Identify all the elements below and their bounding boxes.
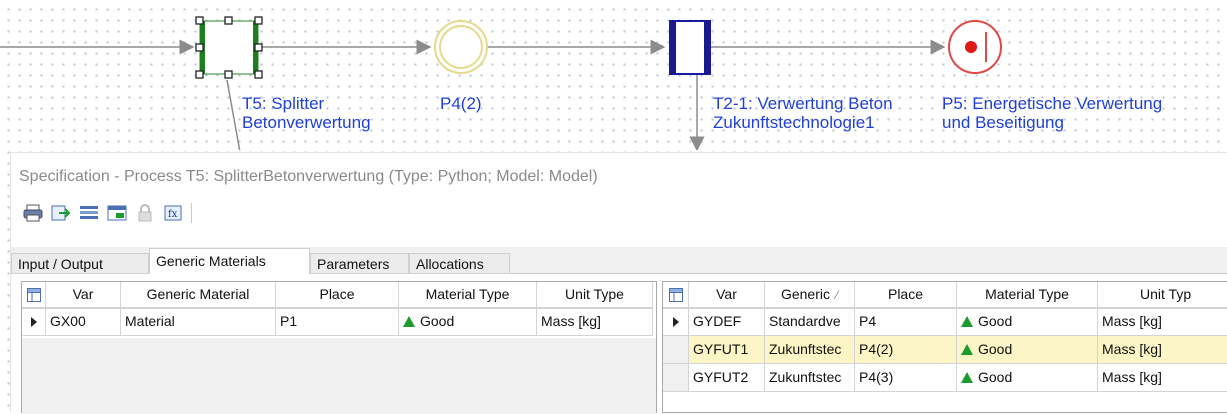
left-materials-grid: Var Generic Material Place Material Type… bbox=[21, 281, 657, 414]
cell-var[interactable]: GYDEF bbox=[689, 308, 765, 336]
cell-place[interactable]: P4 bbox=[855, 308, 957, 336]
table-row[interactable]: GX00 Material P1 Good Mass [kg] bbox=[22, 308, 653, 336]
process-diagram[interactable]: T5: Splitter Betonverwertung P4(2) T2-1:… bbox=[0, 0, 1227, 150]
edge-t5-down bbox=[226, 79, 241, 150]
cell-material-type[interactable]: Good bbox=[399, 308, 537, 336]
window-icon[interactable] bbox=[105, 202, 129, 224]
p5-label: P5: Energetische Verwertung und Beseitig… bbox=[942, 94, 1163, 132]
col-header-unit-type[interactable]: Unit Type bbox=[537, 282, 653, 308]
columns-icon[interactable] bbox=[77, 202, 101, 224]
p4-label: P4(2) bbox=[440, 94, 482, 113]
place-p5-node[interactable] bbox=[948, 20, 1002, 74]
good-triangle-icon bbox=[961, 344, 973, 355]
material-type-text: Good bbox=[978, 313, 1013, 329]
toolbar: fx bbox=[21, 201, 192, 225]
cell-generic[interactable]: Zukunftstec bbox=[765, 364, 855, 392]
row-header bbox=[663, 336, 689, 364]
left-grid-header: Var Generic Material Place Material Type… bbox=[22, 282, 653, 309]
table-row[interactable]: GYDEF Standardve P4 Good Mass [kg] bbox=[663, 308, 1227, 336]
transition-t2-1-node[interactable] bbox=[669, 20, 711, 75]
cell-var[interactable]: GYFUT1 bbox=[689, 336, 765, 364]
column-chooser-icon[interactable] bbox=[663, 282, 689, 308]
cell-generic-material[interactable]: Material bbox=[121, 308, 276, 336]
col-header-place[interactable]: Place bbox=[276, 282, 399, 308]
place-p4-2-node[interactable] bbox=[434, 20, 488, 74]
row-header bbox=[663, 364, 689, 392]
tab-parameters[interactable]: Parameters bbox=[310, 253, 409, 273]
print-icon[interactable] bbox=[21, 202, 45, 224]
col-header-material-type[interactable]: Material Type bbox=[957, 282, 1098, 308]
col-header-unit-type[interactable]: Unit Typ bbox=[1098, 282, 1227, 308]
tab-input-output[interactable]: Input / Output bbox=[11, 253, 149, 273]
good-triangle-icon bbox=[961, 316, 973, 327]
col-header-generic-material[interactable]: Generic Material bbox=[121, 282, 276, 308]
right-materials-grid: Var Generic ⁄ Place Material Type Unit Ty… bbox=[662, 281, 1227, 413]
tab-allocations[interactable]: Allocations bbox=[409, 253, 510, 273]
cell-unit-type[interactable]: Mass [kg] bbox=[1098, 308, 1227, 336]
cell-place[interactable]: P4(2) bbox=[855, 336, 957, 364]
col-header-generic-text: Generic bbox=[780, 286, 830, 302]
cell-material-type[interactable]: Good bbox=[957, 308, 1098, 336]
grid-empty-area bbox=[22, 338, 656, 414]
dialog-title: Specification - Process T5: SplitterBeto… bbox=[19, 168, 598, 185]
toolbar-separator bbox=[191, 203, 192, 223]
cell-generic[interactable]: Standardve bbox=[765, 308, 855, 336]
col-header-place[interactable]: Place bbox=[855, 282, 957, 308]
col-header-var[interactable]: Var bbox=[689, 282, 765, 308]
cell-place[interactable]: P1 bbox=[276, 308, 399, 336]
good-triangle-icon bbox=[961, 372, 973, 383]
sort-indicator-icon: ⁄ bbox=[836, 288, 839, 302]
column-chooser-icon[interactable] bbox=[22, 282, 46, 308]
material-type-text: Good bbox=[978, 369, 1013, 385]
export-icon[interactable] bbox=[49, 202, 73, 224]
cell-unit-type[interactable]: Mass [kg] bbox=[1098, 336, 1227, 364]
table-row[interactable]: GYFUT1 Zukunftstec P4(2) Good Mass [kg] bbox=[663, 336, 1227, 364]
specification-dialog: Specification - Process T5: SplitterBeto… bbox=[10, 152, 1227, 414]
good-triangle-icon bbox=[403, 316, 415, 327]
cell-var[interactable]: GYFUT2 bbox=[689, 364, 765, 392]
cell-unit-type[interactable]: Mass [kg] bbox=[537, 308, 653, 336]
col-header-material-type[interactable]: Material Type bbox=[399, 282, 537, 308]
current-row-indicator-icon bbox=[22, 308, 46, 336]
current-row-indicator-icon bbox=[663, 308, 689, 336]
cell-var[interactable]: GX00 bbox=[46, 308, 121, 336]
formula-icon[interactable]: fx bbox=[161, 202, 185, 224]
lock-icon[interactable] bbox=[133, 202, 157, 224]
material-type-text: Good bbox=[420, 313, 455, 329]
tab-generic-materials[interactable]: Generic Materials bbox=[149, 248, 310, 274]
cell-unit-type[interactable]: Mass [kg] bbox=[1098, 364, 1227, 392]
t2-label: T2-1: Verwertung Beton Zukunftstechnolog… bbox=[713, 94, 893, 132]
svg-text:fx: fx bbox=[168, 209, 178, 220]
transition-t5-node[interactable] bbox=[195, 16, 263, 79]
t5-label: T5: Splitter Betonverwertung bbox=[242, 94, 371, 132]
col-header-generic[interactable]: Generic ⁄ bbox=[765, 282, 855, 308]
right-grid-header: Var Generic ⁄ Place Material Type Unit Ty… bbox=[663, 282, 1227, 309]
table-row[interactable]: GYFUT2 Zukunftstec P4(3) Good Mass [kg] bbox=[663, 364, 1227, 392]
col-header-var[interactable]: Var bbox=[46, 282, 121, 308]
cell-place[interactable]: P4(3) bbox=[855, 364, 957, 392]
cell-generic[interactable]: Zukunftstec bbox=[765, 336, 855, 364]
cell-material-type[interactable]: Good bbox=[957, 336, 1098, 364]
cell-material-type[interactable]: Good bbox=[957, 364, 1098, 392]
material-type-text: Good bbox=[978, 341, 1013, 357]
